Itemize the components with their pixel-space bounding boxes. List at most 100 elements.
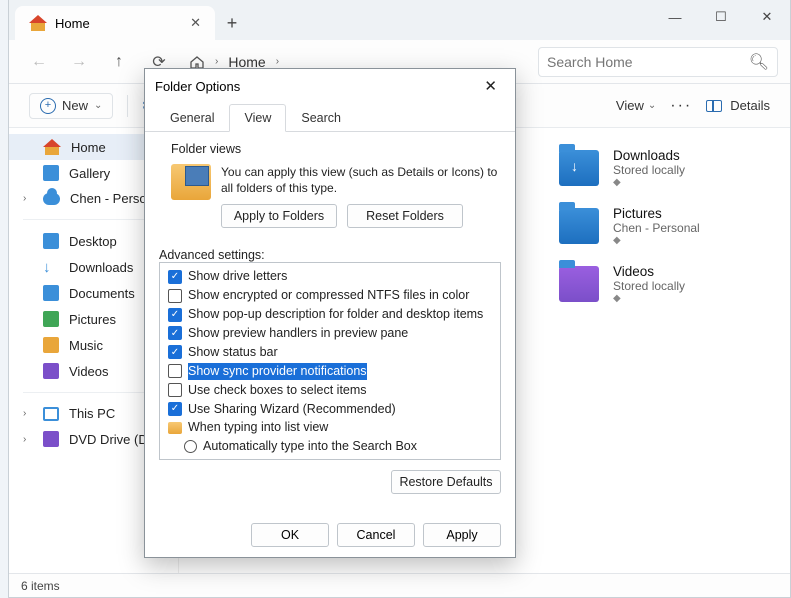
tile-title: Pictures: [613, 206, 700, 221]
checkbox-icon[interactable]: ✓: [168, 308, 182, 322]
cancel-button[interactable]: Cancel: [337, 523, 415, 547]
status-text: 6 items: [21, 579, 60, 593]
new-tab-button[interactable]: +: [215, 6, 249, 40]
tab-search[interactable]: Search: [286, 104, 356, 132]
checkbox-icon[interactable]: [168, 364, 182, 378]
back-button[interactable]: ←: [21, 44, 57, 80]
chevron-right-icon[interactable]: ›: [23, 193, 26, 204]
checkbox-icon[interactable]: [168, 289, 182, 303]
folder-icon: [168, 422, 182, 434]
dialog-close-button[interactable]: ✕: [476, 75, 505, 97]
details-icon: [706, 100, 722, 112]
option-label: Use check boxes to select items: [188, 382, 367, 399]
option-label: Automatically type into the Search Box: [203, 438, 417, 455]
folder-tile-videos[interactable]: Videos Stored locally ◆: [559, 264, 790, 304]
reset-folders-button[interactable]: Reset Folders: [347, 204, 463, 228]
tile-text: Pictures Chen - Personal ◆: [613, 206, 700, 246]
documents-icon: [43, 285, 59, 301]
checkbox-option[interactable]: ✓Show pop-up description for folder and …: [166, 305, 494, 324]
checkbox-icon[interactable]: ✓: [168, 270, 182, 284]
chevron-down-icon: ⌄: [648, 100, 656, 111]
checkbox-option[interactable]: ✓Use Sharing Wizard (Recommended): [166, 400, 494, 419]
sidebar-item-label: Desktop: [69, 234, 117, 249]
pin-icon: ◆: [613, 235, 700, 246]
separator: [127, 95, 128, 117]
search-icon[interactable]: 🔍︎: [749, 52, 769, 72]
tile-title: Videos: [613, 264, 685, 279]
sidebar-item-label: Pictures: [69, 312, 116, 327]
forward-button[interactable]: →: [61, 44, 97, 80]
checkbox-option[interactable]: ✓ Show drive letters: [166, 267, 494, 286]
separator: [23, 219, 164, 220]
checkbox-option[interactable]: ✓ Show preview handlers in preview pane: [166, 324, 494, 343]
apply-to-folders-button[interactable]: Apply to Folders: [221, 204, 337, 228]
option-label: Show sync provider notifications: [188, 363, 367, 380]
minimize-button[interactable]: —: [652, 0, 698, 34]
radio-option[interactable]: Select the typed item in the view: [166, 456, 494, 460]
tab-view[interactable]: View: [229, 104, 286, 132]
close-button[interactable]: ✕: [744, 0, 790, 34]
folder-icon: [559, 208, 599, 244]
tile-title: Downloads: [613, 148, 685, 163]
folder-views-label: Folder views: [171, 142, 501, 156]
folder-tile-downloads[interactable]: ↓ Downloads Stored locally ◆: [559, 148, 790, 188]
tab-label: Home: [55, 16, 90, 31]
checkbox-option[interactable]: Use check boxes to select items: [166, 381, 494, 400]
desktop-icon: [43, 233, 59, 249]
tile-subtitle: Stored locally: [613, 279, 685, 293]
more-button[interactable]: ···: [670, 97, 692, 115]
search-input[interactable]: [547, 54, 749, 70]
tab-home[interactable]: Home ✕: [15, 6, 215, 40]
tile-subtitle: Stored locally: [613, 163, 685, 177]
pin-icon: ◆: [613, 293, 685, 304]
view-dropdown[interactable]: View ⌄: [616, 98, 656, 113]
checkbox-icon[interactable]: ✓: [168, 402, 182, 416]
advanced-settings-list[interactable]: ✓ Show drive letters Show encrypted or com…: [159, 262, 501, 460]
new-button[interactable]: + New ⌄: [29, 93, 113, 119]
tab-close-icon[interactable]: ✕: [190, 15, 201, 31]
window-controls: — ☐ ✕: [652, 0, 790, 40]
sidebar-item-label: Downloads: [69, 260, 133, 275]
chevron-right-icon: ›: [215, 56, 218, 67]
folder-views-icon: [171, 164, 211, 200]
radio-icon[interactable]: [184, 459, 197, 460]
checkbox-option[interactable]: Show sync provider notifications: [166, 362, 494, 381]
checkbox-icon[interactable]: [168, 383, 182, 397]
folder-views-group: You can apply this view (such as Details…: [159, 160, 501, 238]
option-label: Show encrypted or compressed NTFS files …: [188, 287, 469, 304]
search-box[interactable]: 🔍︎: [538, 47, 778, 77]
folder-icon: [559, 266, 599, 302]
option-label: Show drive letters: [188, 268, 287, 285]
tile-text: Downloads Stored locally ◆: [613, 148, 685, 188]
tile-subtitle: Chen - Personal: [613, 221, 700, 235]
checkbox-option[interactable]: ✓Show status bar: [166, 343, 494, 362]
radio-option[interactable]: Automatically type into the Search Box: [166, 437, 494, 456]
option-label: Show preview handlers in preview pane: [188, 325, 408, 342]
maximize-button[interactable]: ☐: [698, 0, 744, 34]
view-label: View: [616, 98, 644, 113]
sidebar-item-label: DVD Drive (D:): [69, 432, 156, 447]
dialog-title: Folder Options: [155, 79, 240, 94]
titlebar: Home ✕ + — ☐ ✕: [9, 0, 790, 40]
sidebar-item-label: Documents: [69, 286, 135, 301]
status-bar: 6 items: [9, 573, 790, 597]
chevron-right-icon[interactable]: ›: [23, 434, 26, 445]
checkbox-option[interactable]: Show encrypted or compressed NTFS files …: [166, 286, 494, 305]
option-label: When typing into list view: [188, 419, 328, 436]
chevron-down-icon: ⌄: [94, 100, 102, 111]
folder-options-dialog: Folder Options ✕ General View Search Fol…: [144, 68, 516, 558]
chevron-right-icon[interactable]: ›: [23, 408, 26, 419]
tab-general[interactable]: General: [155, 104, 229, 132]
dialog-tabs: General View Search: [145, 103, 515, 132]
up-button[interactable]: ↑: [101, 44, 137, 80]
apply-button[interactable]: Apply: [423, 523, 501, 547]
ok-button[interactable]: OK: [251, 523, 329, 547]
folder-tile-pictures[interactable]: Pictures Chen - Personal ◆: [559, 206, 790, 246]
cloud-icon: [43, 193, 60, 205]
radio-icon[interactable]: [184, 440, 197, 453]
restore-defaults-button[interactable]: Restore Defaults: [391, 470, 501, 494]
details-pane-button[interactable]: Details: [706, 98, 770, 113]
checkbox-icon[interactable]: ✓: [168, 345, 182, 359]
sidebar-item-label: Music: [69, 338, 103, 353]
checkbox-icon[interactable]: ✓: [168, 326, 182, 340]
